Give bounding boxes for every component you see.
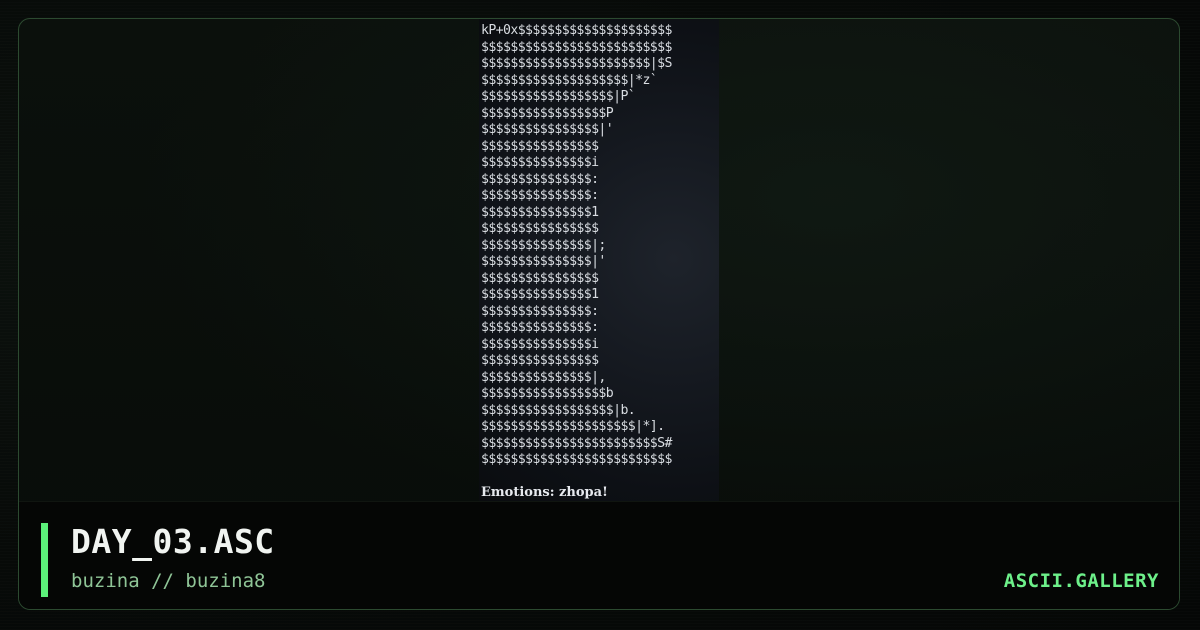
artwork-preview[interactable]: kP+0x$$$$$$$$$$$$$$$$$$$$$ $$$$$$$$$$$$$… xyxy=(479,19,719,501)
artwork-title[interactable]: DAY_03.ASC xyxy=(71,522,275,561)
site-brand-link[interactable]: ASCII.GALLERY xyxy=(1004,570,1159,592)
info-bar: DAY_03.ASC buzina // buzina8 ASCII.GALLE… xyxy=(19,501,1179,609)
page: kP+0x$$$$$$$$$$$$$$$$$$$$$ $$$$$$$$$$$$$… xyxy=(0,0,1200,630)
author-byline[interactable]: buzina // buzina8 xyxy=(71,570,265,592)
artwork-card[interactable]: kP+0x$$$$$$$$$$$$$$$$$$$$$ $$$$$$$$$$$$$… xyxy=(18,18,1180,610)
ascii-art: kP+0x$$$$$$$$$$$$$$$$$$$$$ $$$$$$$$$$$$$… xyxy=(481,23,672,467)
accent-bar xyxy=(41,523,48,597)
artwork-caption: Emotions: zhopa! xyxy=(481,485,608,500)
